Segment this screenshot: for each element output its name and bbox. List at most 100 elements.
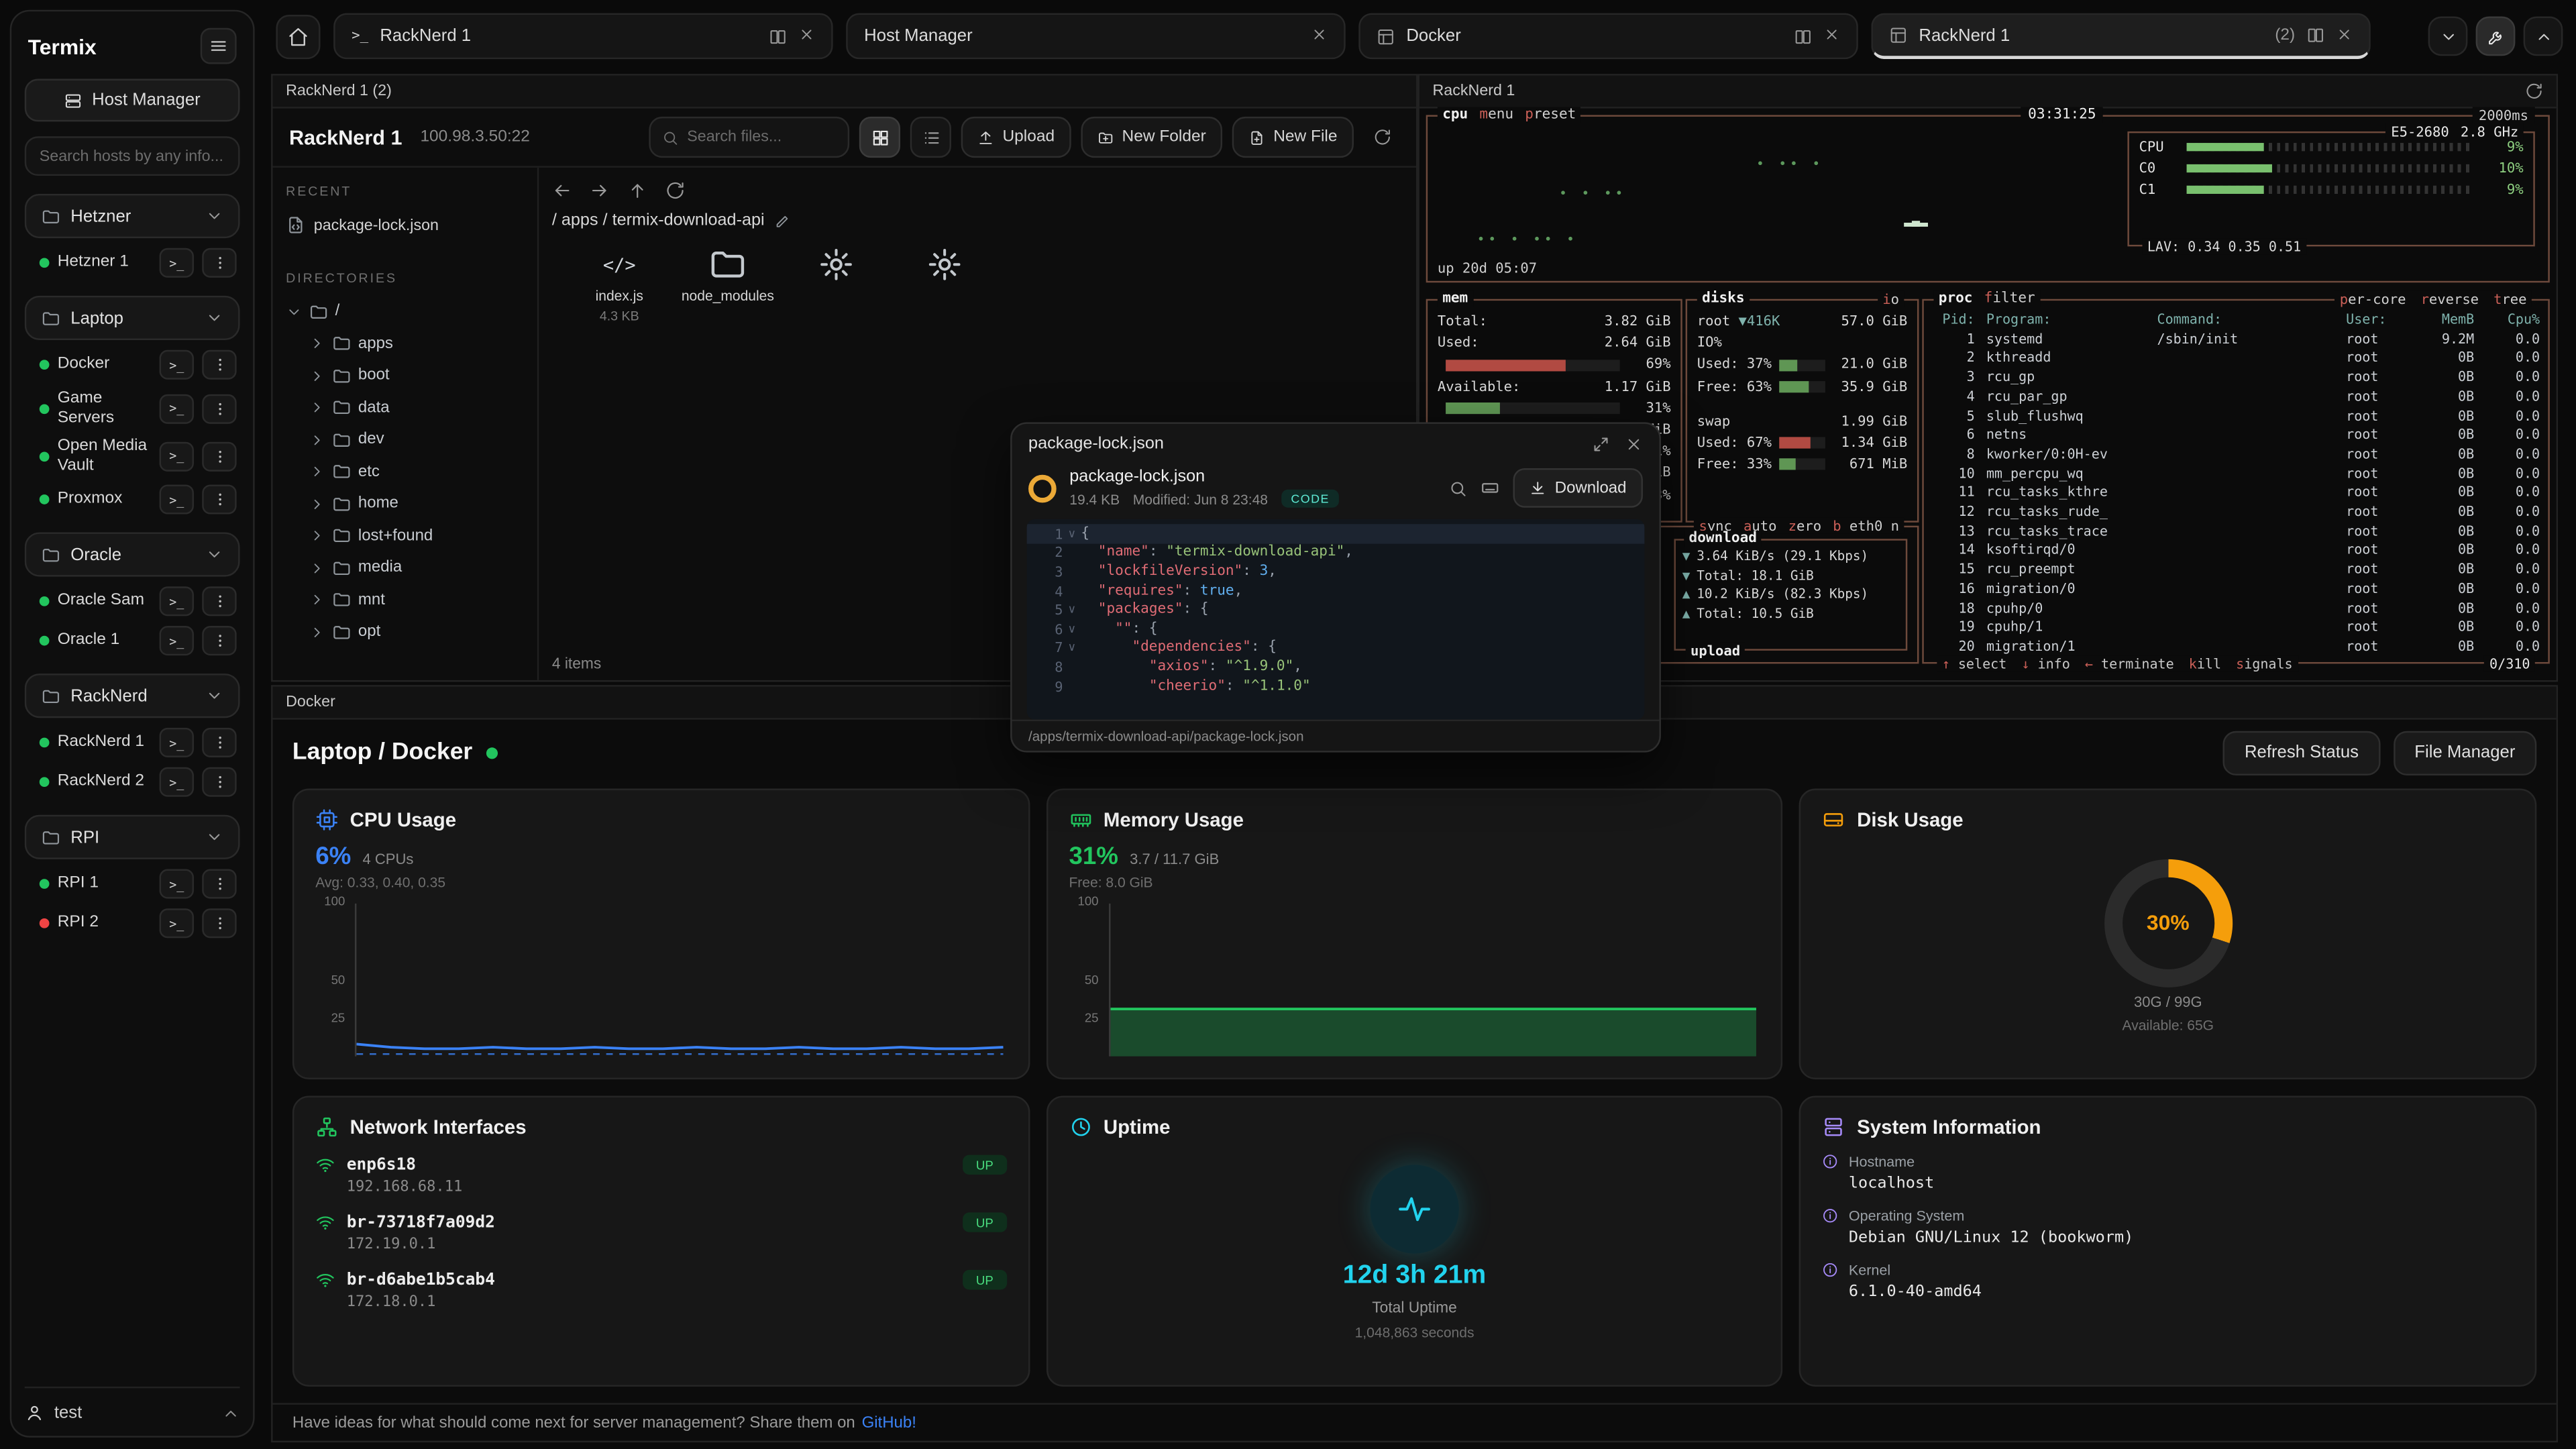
btop-option-io[interactable]: io [1882,290,1899,307]
file-search[interactable] [649,117,850,158]
file-search-input[interactable] [687,128,837,146]
tree-item-lost-found[interactable]: lost+found [286,520,524,552]
group-header-oracle[interactable]: Oracle [25,532,240,576]
host-item-racknerd-2[interactable]: RackNerd 2>_ [25,757,240,797]
fold-caret[interactable]: ∨ [1063,641,1081,655]
search-in-file-icon[interactable] [1450,479,1468,497]
file-manager-open-button[interactable]: File Manager [2393,731,2536,775]
btop-option-menu[interactable]: menu [1479,107,1513,123]
download-button[interactable]: Download [1514,468,1643,508]
host-terminal-button[interactable]: >_ [160,441,194,471]
tree-item-opt[interactable]: opt [286,616,524,648]
host-menu-button[interactable] [202,767,236,797]
group-header-racknerd[interactable]: RackNerd [25,674,240,718]
host-menu-button[interactable] [202,908,236,938]
file-item[interactable] [789,243,884,323]
tab-list-button[interactable] [2428,16,2468,56]
tree-item-boot[interactable]: boot [286,360,524,392]
forward-icon[interactable] [590,180,609,200]
fold-caret[interactable]: ∨ [1063,603,1081,616]
close-tab-button[interactable] [1823,21,1839,51]
host-menu-button[interactable] [202,484,236,514]
host-menu-button[interactable] [202,441,236,471]
refresh-status-button[interactable]: Refresh Status [2223,731,2380,775]
expand-icon[interactable] [1592,435,1610,453]
host-terminal-button[interactable]: >_ [160,586,194,616]
fold-caret[interactable]: ∨ [1063,623,1081,636]
tree-item-root[interactable]: / [286,296,524,328]
host-item-open-media-vault[interactable]: Open Media Vault>_ [25,427,240,475]
breadcrumb-path[interactable]: / apps / termix-download-api [552,212,765,230]
host-menu-button[interactable] [202,394,236,423]
host-item-docker[interactable]: Docker>_ [25,340,240,380]
edit-path-icon[interactable] [774,213,790,229]
host-item-game-servers[interactable]: Game Servers>_ [25,380,240,427]
host-terminal-button[interactable]: >_ [160,626,194,655]
code-viewer[interactable]: 1∨{2 "name": "termix-download-api",3 "lo… [1027,519,1645,720]
host-menu-button[interactable] [202,586,236,616]
upload-button[interactable]: Upload [961,117,1071,158]
host-terminal-button[interactable]: >_ [160,767,194,797]
tab-host-manager-1[interactable]: Host Manager [846,13,1345,60]
tab-docker-2[interactable]: Docker [1358,13,1858,60]
recent-file-package-lock-json[interactable]: package-lock.json [286,209,524,241]
file-item-node-modules[interactable]: node_modules [680,243,775,323]
grid-view-button[interactable] [859,117,900,158]
tab-racknerd-1-3[interactable]: RackNerd 1(2) [1871,13,2370,60]
list-view-button[interactable] [910,117,951,158]
host-menu-button[interactable] [202,869,236,899]
btop-option-b-eth0-n[interactable]: b eth0 n [1833,517,1899,533]
host-manager-button[interactable]: Host Manager [25,79,240,122]
host-item-rpi-1[interactable]: RPI 1>_ [25,859,240,899]
host-terminal-button[interactable]: >_ [160,350,194,380]
fold-caret[interactable]: ∨ [1063,527,1081,541]
tree-item-data[interactable]: data [286,392,524,424]
close-tab-button[interactable] [2336,21,2352,50]
tree-item-etc[interactable]: etc [286,456,524,488]
host-terminal-button[interactable]: >_ [160,908,194,938]
close-tab-button[interactable] [798,21,814,51]
btop-option-preset[interactable]: preset [1525,107,1576,123]
home-button[interactable] [276,14,320,58]
file-item-index-js[interactable]: </>index.js4.3 KB [572,243,667,323]
close-tab-button[interactable] [1311,21,1327,51]
host-terminal-button[interactable]: >_ [160,869,194,899]
collapse-panel-button[interactable] [2524,16,2563,56]
btop-option-zero[interactable]: zero [1788,517,1821,533]
tree-item-dev[interactable]: dev [286,424,524,456]
host-terminal-button[interactable]: >_ [160,394,194,423]
host-search-input[interactable] [25,136,240,176]
terminal-refresh-icon[interactable] [2525,82,2543,100]
tab-racknerd-1-0[interactable]: >_RackNerd 1 [333,13,833,60]
close-icon[interactable] [1625,435,1643,453]
host-terminal-button[interactable]: >_ [160,248,194,278]
btop-option-filter[interactable]: filter [1984,290,2035,307]
host-menu-button[interactable] [202,728,236,757]
keyboard-icon[interactable] [1481,478,1501,498]
tree-item-mnt[interactable]: mnt [286,584,524,616]
host-menu-button[interactable] [202,626,236,655]
file-refresh-button[interactable] [1364,119,1400,156]
tree-item-home[interactable]: home [286,488,524,520]
host-menu-button[interactable] [202,248,236,278]
sidebar-footer[interactable]: test [25,1387,240,1423]
back-icon[interactable] [552,180,572,200]
group-header-laptop[interactable]: Laptop [25,296,240,340]
btop-option-per-core[interactable]: per-core [2340,290,2406,307]
host-terminal-button[interactable]: >_ [160,484,194,514]
host-item-hetzner-1[interactable]: Hetzner 1>_ [25,238,240,278]
group-header-hetzner[interactable]: Hetzner [25,194,240,238]
tree-item-apps[interactable]: apps [286,328,524,360]
host-item-oracle-sam[interactable]: Oracle Sam>_ [25,577,240,616]
up-directory-icon[interactable] [628,180,647,200]
group-header-rpi[interactable]: RPI [25,815,240,859]
new-folder-button[interactable]: New Folder [1081,117,1222,158]
host-item-racknerd-1[interactable]: RackNerd 1>_ [25,718,240,757]
host-terminal-button[interactable]: >_ [160,728,194,757]
btop-option-reverse[interactable]: reverse [2421,290,2479,307]
sidebar-collapse-button[interactable] [201,28,237,64]
host-item-oracle-1[interactable]: Oracle 1>_ [25,616,240,655]
new-file-button[interactable]: New File [1232,117,1354,158]
host-menu-button[interactable] [202,350,236,380]
github-link[interactable]: GitHub! [862,1413,916,1432]
